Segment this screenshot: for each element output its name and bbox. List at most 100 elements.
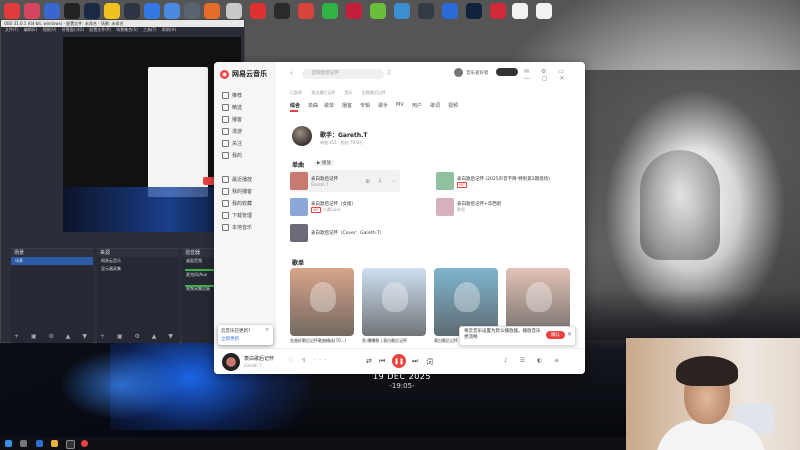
sidebar-item-9[interactable]: 下载管理 <box>222 212 252 219</box>
previous-icon[interactable]: ⏮ <box>379 357 385 366</box>
app-icon-2[interactable] <box>24 3 40 19</box>
obs-menu-scene-collection[interactable]: 场景集合(S) <box>116 27 138 32</box>
tab-0[interactable]: 综合 <box>290 102 300 109</box>
player-right-controls[interactable]: ♪ ☰ ◐ ≡ <box>504 357 564 364</box>
song-row[interactable]: 表白歌后记怀 Gareth.T ⊕ ⇩ ⋯ <box>290 170 400 192</box>
song-row[interactable]: 表白歌后记怀+华西街 陈思 <box>436 196 576 218</box>
sidebar-item-8[interactable]: 我的收藏 <box>222 200 252 207</box>
tab-2[interactable]: 歌单 <box>324 102 334 109</box>
sources-dock-tools[interactable]: + ▣ ⚙ ▲ ▼ <box>100 333 178 340</box>
song-row[interactable]: 表白歌后记怀 (2025声音不降-特别第2期现场) VIP <box>436 170 576 192</box>
sidebar-item-1[interactable]: 精选 <box>222 104 242 111</box>
user-avatar[interactable] <box>454 68 463 77</box>
update-popup[interactable]: 云音乐已更新? 立即更新 ✕ <box>218 325 273 345</box>
breadcrumb-item-3[interactable]: 音乐 <box>345 90 353 95</box>
app-icon-12[interactable] <box>226 3 242 19</box>
obs-window[interactable]: OBS 31.0.1 (64-bit, windows) - 配置文件: 未命名… <box>0 19 245 343</box>
breadcrumb-item-1[interactable]: 已暂停 <box>290 90 302 95</box>
playlist-card[interactable] <box>362 268 426 336</box>
obs-menu-tools[interactable]: 工具(T) <box>143 27 157 32</box>
toast-confirm-button[interactable]: 确认 <box>546 331 565 339</box>
edge-icon[interactable] <box>36 440 43 447</box>
sidebar-item-3[interactable]: 漫游 <box>222 128 242 135</box>
tab-3[interactable]: 播客 <box>342 102 352 109</box>
app-icon-16[interactable] <box>322 3 338 19</box>
tab-7[interactable]: 用户 <box>412 102 422 109</box>
tab-6[interactable]: MV <box>396 102 404 108</box>
app-icon-20[interactable] <box>418 3 434 19</box>
song-artist[interactable]: 陈思 <box>457 207 465 212</box>
app-icon-24[interactable] <box>512 3 528 19</box>
window-controls[interactable]: ✉ ⚙ ▭ — ▢ ✕ <box>524 68 585 82</box>
sidebar-item-7[interactable]: 我的播客 <box>222 188 252 195</box>
search-icon[interactable] <box>20 440 27 447</box>
obs-menu-profile[interactable]: 配置文件(P) <box>89 27 111 32</box>
app-icon-25[interactable] <box>536 3 552 19</box>
breadcrumb-item-2[interactable]: 表达播后记怀 <box>311 90 335 95</box>
now-playing-title[interactable]: 表白歌后记怀 <box>244 355 274 362</box>
song-row[interactable]: 表白歌后记怀（女版） VIP 小谭Luise <box>290 196 400 218</box>
lyrics-icon[interactable]: 词 <box>426 357 433 367</box>
mic-icon[interactable]: ♫ <box>386 69 391 76</box>
obs-menu-edit[interactable]: 编辑(E) <box>24 27 38 32</box>
app-icon-6[interactable] <box>104 3 120 19</box>
app-icon-11[interactable] <box>204 3 220 19</box>
now-playing-artist[interactable]: Gareth.T <box>244 363 261 368</box>
next-icon[interactable]: ⏭ <box>412 357 418 366</box>
app-icon-18[interactable] <box>370 3 386 19</box>
scene-row[interactable]: 场景 <box>11 257 93 265</box>
update-popup-link[interactable]: 立即更新 <box>221 336 239 342</box>
app-icon-23[interactable] <box>490 3 506 19</box>
app-icon-19[interactable] <box>394 3 410 19</box>
app-icon-10[interactable] <box>184 3 200 19</box>
sidebar-item-6[interactable]: 最近播放 <box>222 176 252 183</box>
sidebar-item-10[interactable]: 本地音乐 <box>222 224 252 231</box>
playlist-card[interactable] <box>290 268 354 336</box>
pause-button[interactable]: ❚❚ <box>392 354 406 368</box>
user-name[interactable]: 音乐爱好者 <box>466 70 489 76</box>
app-icon-14[interactable] <box>274 3 290 19</box>
default-player-toast[interactable]: 将云音乐设置为默认播放器，播放音乐更流畅 确认 ✕ <box>459 326 576 346</box>
app-icon-13[interactable] <box>250 3 266 19</box>
search-input[interactable]: 后院歌后记怀 <box>302 69 384 79</box>
sidebar-item-0[interactable]: 推荐 <box>222 92 242 99</box>
song-artist[interactable]: 小谭Luise <box>323 207 341 212</box>
playlist-caption[interactable]: 吞·爆曝歌 | 表白歌后记怀 <box>362 338 426 343</box>
sidebar-item-5[interactable]: 我的 <box>222 152 242 159</box>
app-icon-21[interactable] <box>442 3 458 19</box>
app-icon-3[interactable] <box>44 3 60 19</box>
obs-menu-docks[interactable]: 停靠窗口(D) <box>62 27 84 32</box>
app-icon-9[interactable] <box>164 3 180 19</box>
app-icon-1[interactable] <box>4 3 20 19</box>
tab-4[interactable]: 专辑 <box>360 102 370 109</box>
tab-1[interactable]: 单曲 <box>308 102 318 109</box>
start-icon[interactable] <box>5 440 12 447</box>
song-artist[interactable]: Gareth.T <box>311 182 328 187</box>
playlist-caption[interactable]: 金曲好歌后记怀歌曲精选(70...) <box>290 338 354 343</box>
now-playing-cover[interactable] <box>222 353 240 371</box>
app-icon-15[interactable] <box>298 3 314 19</box>
obs-icon[interactable] <box>66 440 75 449</box>
toast-close-icon[interactable]: ✕ <box>567 331 572 338</box>
back-arrow-icon[interactable]: ‹ <box>290 69 293 77</box>
tab-9[interactable]: 视频 <box>448 102 458 109</box>
song-row[interactable]: 表白歌后记怀（Cover：Gareth.T） <box>290 222 400 244</box>
shuffle-icon[interactable]: ⇄ <box>366 357 372 365</box>
app-icon-4[interactable] <box>64 3 80 19</box>
sidebar-item-4[interactable]: 关注 <box>222 140 242 147</box>
obs-menu-view[interactable]: 视图(V) <box>43 27 57 32</box>
obs-sources-dock[interactable]: 来源 网易云音乐 显示器采集 + ▣ ⚙ ▲ ▼ <box>97 248 179 343</box>
obs-scenes-dock[interactable]: 场景 场景 + ▣ ⚙ ▲ ▼ <box>11 248 93 343</box>
app-icon-22[interactable] <box>466 3 482 19</box>
popup-close-icon[interactable]: ✕ <box>265 327 269 333</box>
sidebar-item-2[interactable]: 播客 <box>222 116 242 123</box>
app-icon-7[interactable] <box>124 3 140 19</box>
explorer-icon[interactable] <box>51 440 58 447</box>
like-share-icons[interactable]: ♡ ↯ ··· <box>288 357 329 364</box>
artist-avatar[interactable] <box>292 126 312 146</box>
artist-title[interactable]: 歌手：Gareth.T <box>320 130 368 139</box>
vip-badge[interactable] <box>496 68 518 76</box>
obs-menu-help[interactable]: 帮助(H) <box>162 27 176 32</box>
play-all-button[interactable]: ▶ 播放 <box>314 160 334 166</box>
netease-taskbar-icon[interactable] <box>81 440 88 447</box>
